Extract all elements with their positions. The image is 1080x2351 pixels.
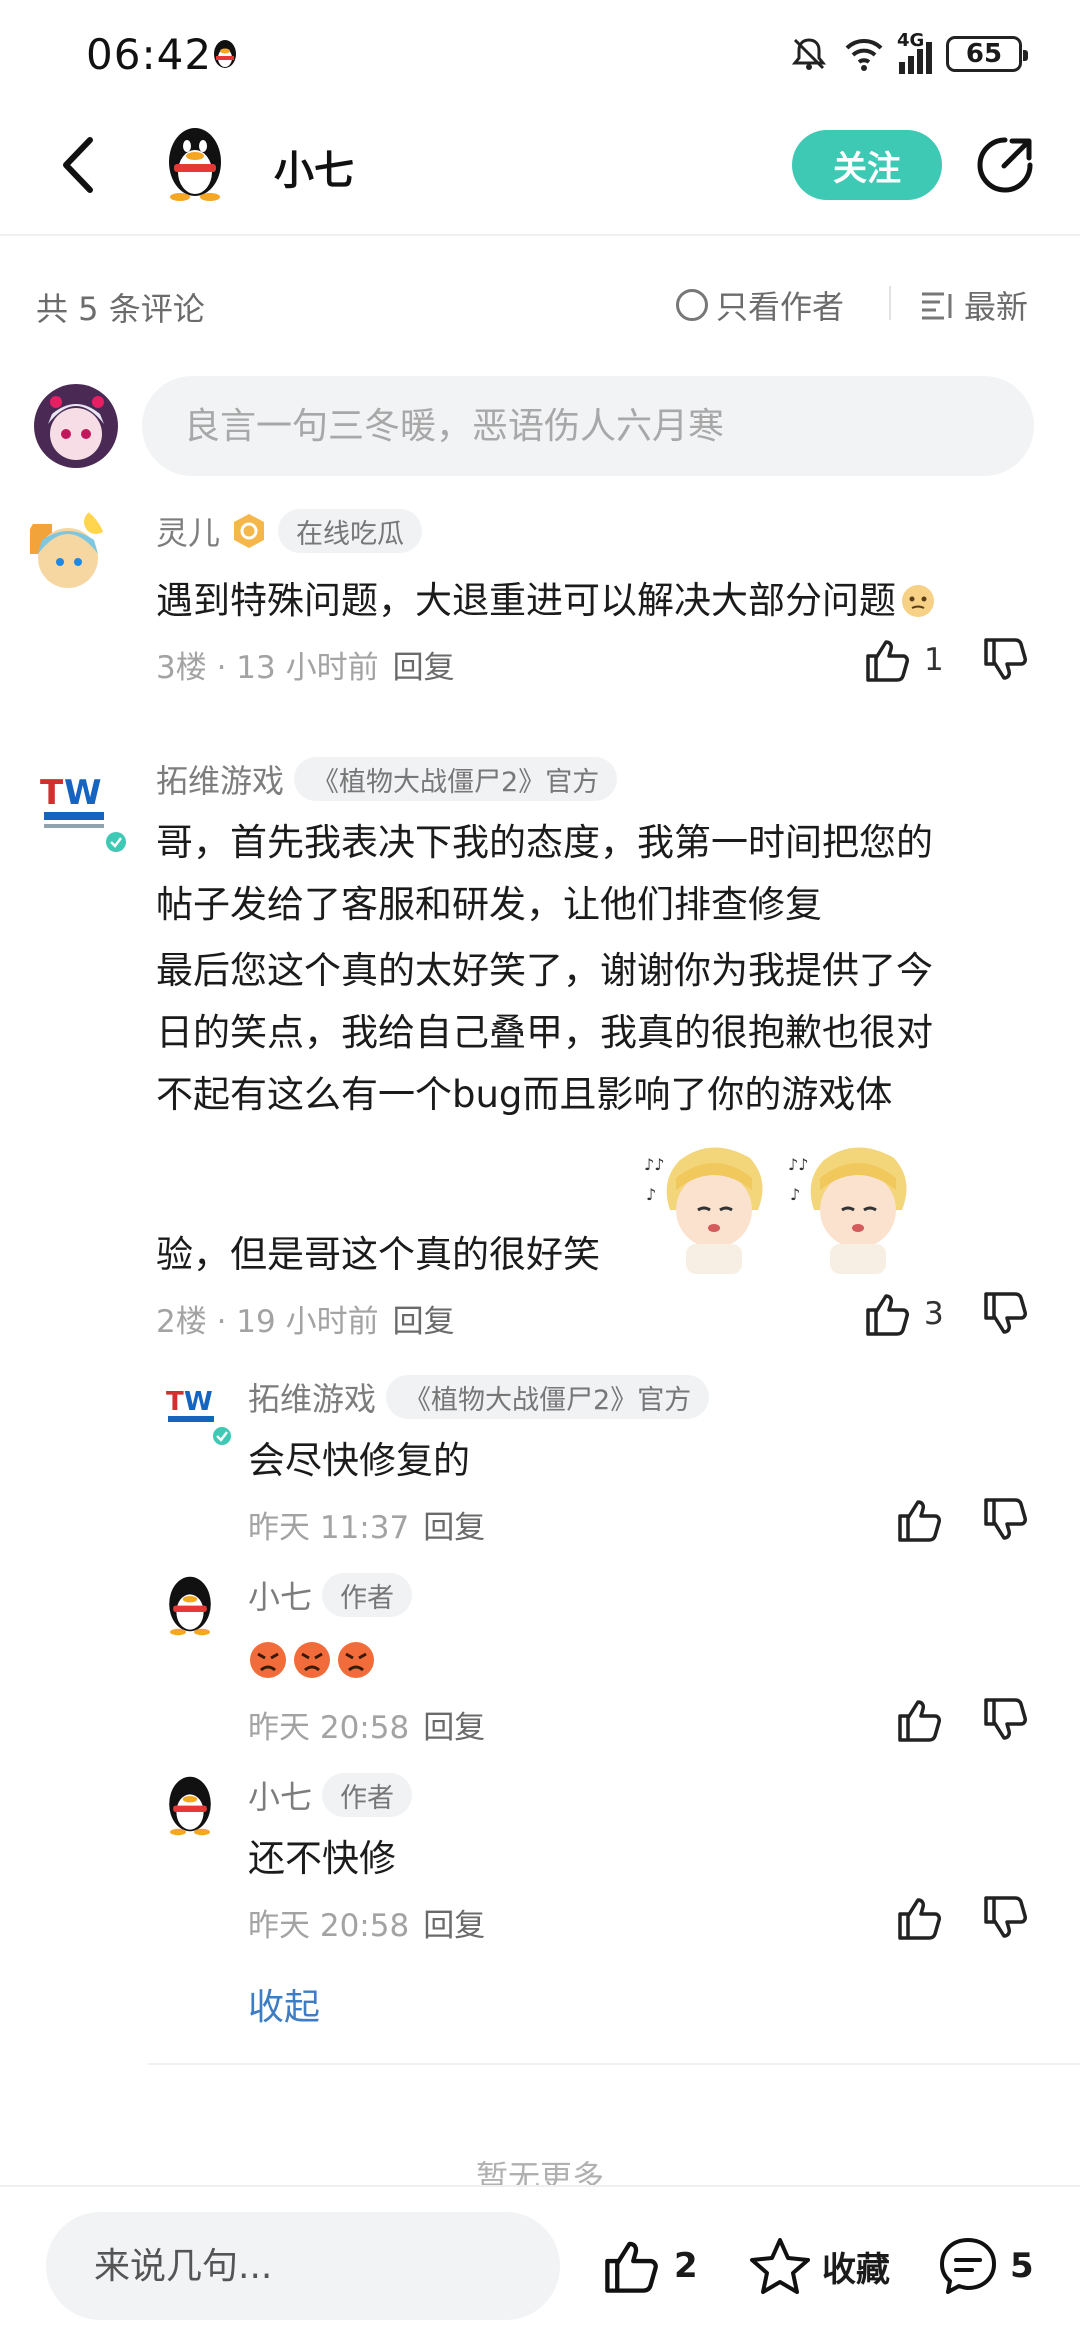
svg-text:♪: ♪ — [646, 1185, 656, 1204]
level-badge-icon — [234, 514, 265, 548]
replier-name[interactable]: 小七 — [248, 1572, 312, 1618]
author-name[interactable]: 小七 — [274, 138, 354, 196]
comment-text-line: 哥，首先我表决下我的态度，我第一时间把您的 — [156, 821, 933, 864]
angry-emoji-icon — [338, 1642, 374, 1678]
status-icons: 4G 65 — [789, 30, 1028, 76]
svg-text:T: T — [40, 773, 64, 813]
cell-signal-icon: 4G — [897, 30, 932, 74]
status-time: 06:42 — [86, 30, 213, 79]
author-tag: 作者 — [322, 1773, 413, 1817]
comment-text-line: 帖子发给了客服和研发，让他们排查修复 — [156, 883, 822, 926]
thumbs-up-icon — [605, 2241, 658, 2293]
author-avatar[interactable] — [160, 1772, 220, 1836]
thumbs-down-icon[interactable] — [980, 1494, 1032, 1546]
star-icon — [750, 2238, 810, 2294]
thumbs-down-icon[interactable] — [980, 634, 1032, 686]
sort-button[interactable]: 最新 — [920, 282, 1028, 328]
reply-button[interactable]: 回复 — [393, 650, 455, 686]
follow-button[interactable]: 关注 — [792, 130, 942, 200]
reply-meta: 昨天 20:58 回复 — [248, 1710, 486, 1746]
user-tag: 在线吃瓜 — [278, 509, 423, 553]
thumbs-down-icon[interactable] — [980, 1694, 1032, 1746]
bottom-comment-input[interactable] — [46, 2212, 560, 2320]
angry-emoji-icon — [250, 1642, 286, 1678]
thumbs-up-icon[interactable] — [894, 1694, 946, 1746]
reply-header: 小七 作者 — [248, 1772, 413, 1818]
collapse-replies-link[interactable]: 收起 — [248, 1978, 320, 2030]
my-avatar — [34, 384, 118, 468]
comment-text-line: 日的笑点，我给自己叠甲，我真的很抱歉也很对 — [156, 1011, 933, 1054]
reply-button[interactable]: 回复 — [423, 1908, 485, 1944]
emoji-icon — [902, 585, 934, 617]
svg-text:W: W — [184, 1387, 213, 1417]
comment-header: 灵儿 在线吃瓜 — [156, 508, 423, 554]
svg-text:♪♪: ♪♪ — [644, 1155, 664, 1174]
comment-count: 共 5 条评论 — [36, 290, 205, 328]
thumbs-up-icon — [866, 1294, 909, 1336]
commenter-avatar[interactable] — [24, 504, 108, 608]
comment-text-line: 验，但是哥这个真的很好笑 — [156, 1233, 600, 1276]
only-author-toggle[interactable]: 只看作者 — [676, 282, 844, 328]
thumbs-down-icon[interactable] — [980, 1288, 1032, 1340]
comment-meta: 3楼 · 13 小时前 回复 — [156, 650, 455, 686]
svg-text:♪: ♪ — [790, 1185, 800, 1204]
official-avatar[interactable]: T W — [30, 762, 126, 858]
reply-button[interactable]: 回复 — [393, 1304, 455, 1340]
comment-text: 遇到特殊问题，大退重进可以解决大部分问题 — [156, 570, 936, 632]
official-tag: 《植物大战僵尸2》官方 — [294, 757, 618, 801]
comment-bubble-icon — [940, 2238, 996, 2294]
battery-indicator: 65 — [946, 36, 1028, 72]
reply-meta: 昨天 11:37 回复 — [248, 1510, 486, 1546]
reply-text: 会尽快修复的 — [248, 1439, 470, 1482]
commenter-name[interactable]: 拓维游戏 — [156, 756, 284, 802]
post-like-button[interactable]: 2 — [600, 2234, 698, 2298]
reply-meta: 昨天 20:58 回复 — [248, 1908, 486, 1944]
reply-header: 拓维游戏 《植物大战僵尸2》官方 — [248, 1374, 710, 1420]
comment-header: 拓维游戏 《植物大战僵尸2》官方 — [156, 756, 618, 802]
share-icon[interactable] — [972, 132, 1038, 198]
favorite-button[interactable]: 收藏 — [748, 2234, 890, 2298]
like-button[interactable]: 1 — [862, 634, 944, 686]
author-avatar[interactable] — [160, 122, 230, 202]
svg-text:♪♪: ♪♪ — [788, 1155, 808, 1174]
thumbs-up-icon[interactable] — [894, 1494, 946, 1546]
reply-header: 小七 作者 — [248, 1572, 413, 1618]
replier-name[interactable]: 拓维游戏 — [248, 1374, 376, 1420]
replier-name[interactable]: 小七 — [248, 1772, 312, 1818]
comment-text-line: 最后您这个真的太好笑了，谢谢你为我提供了今 — [156, 949, 933, 992]
author-tag: 作者 — [322, 1573, 413, 1617]
thumbs-up-icon — [866, 640, 909, 682]
comments-button[interactable]: 5 — [936, 2234, 1034, 2298]
reply-text: 还不快修 — [248, 1837, 396, 1880]
svg-text:W: W — [64, 773, 102, 813]
comment-text-line: 不起有这么有一个bug而且影响了你的游戏体 — [156, 1073, 893, 1116]
sort-icon — [922, 292, 952, 320]
header-divider — [0, 234, 1080, 236]
official-avatar[interactable]: T W — [160, 1378, 232, 1450]
author-avatar[interactable] — [160, 1572, 220, 1636]
reply-emojis — [248, 1640, 376, 1680]
mute-bell-icon — [791, 38, 827, 70]
commenter-name[interactable]: 灵儿 — [156, 508, 220, 554]
anime-sticker-image: ♪♪ ♪ — [788, 1147, 907, 1274]
comment-input[interactable] — [142, 376, 1034, 476]
comment-meta: 2楼 · 19 小时前 回复 — [156, 1304, 455, 1340]
qq-notification-icon — [214, 40, 236, 68]
official-tag: 《植物大战僵尸2》官方 — [386, 1375, 710, 1419]
reply-button[interactable]: 回复 — [423, 1710, 485, 1746]
wifi-icon — [845, 38, 883, 71]
radio-circle-icon — [676, 289, 708, 321]
toolbar-separator — [889, 286, 891, 320]
anime-sticker-image: ♪♪ ♪ — [644, 1147, 763, 1274]
back-icon[interactable] — [50, 130, 110, 200]
comment-divider — [148, 2063, 1080, 2065]
thumbs-down-icon[interactable] — [980, 1892, 1032, 1944]
reply-button[interactable]: 回复 — [423, 1510, 485, 1546]
like-button[interactable]: 3 — [862, 1288, 944, 1340]
angry-emoji-icon — [294, 1642, 330, 1678]
svg-text:T: T — [166, 1387, 184, 1417]
thumbs-up-icon[interactable] — [894, 1892, 946, 1944]
